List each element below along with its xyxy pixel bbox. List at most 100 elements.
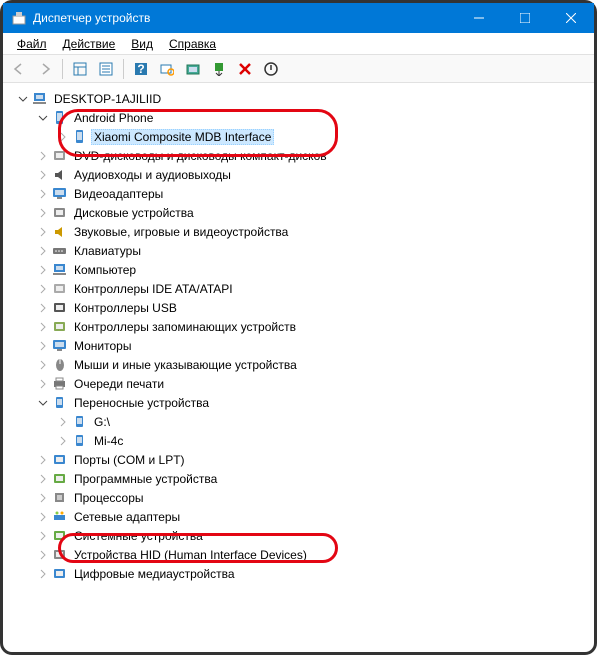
monitor-icon [51, 338, 69, 354]
tree-node[interactable]: Компьютер [5, 260, 592, 279]
collapse-icon[interactable] [15, 91, 31, 107]
software-icon [51, 471, 69, 487]
tree-node[interactable]: Процессоры [5, 488, 592, 507]
tree-node[interactable]: Mi-4c [5, 431, 592, 450]
tree-node[interactable]: Xiaomi Composite MDB Interface [5, 127, 592, 146]
menu-view[interactable]: Вид [123, 35, 161, 53]
tree-node-label[interactable]: Программные устройства [71, 471, 220, 487]
maximize-button[interactable] [502, 3, 548, 33]
tree-node-label[interactable]: Контроллеры IDE ATA/ATAPI [71, 281, 236, 297]
network-icon [51, 509, 69, 525]
tree-node[interactable]: Сетевые адаптеры [5, 507, 592, 526]
tree-node[interactable]: Контроллеры IDE ATA/ATAPI [5, 279, 592, 298]
tree-node[interactable]: Мониторы [5, 336, 592, 355]
tree-node[interactable]: DVD-дисководы и дисководы компакт-дисков [5, 146, 592, 165]
install-legacy-button[interactable] [207, 57, 231, 81]
collapse-icon[interactable] [35, 395, 51, 411]
properties-button[interactable] [94, 57, 118, 81]
no-expander [35, 300, 51, 316]
tree-node[interactable]: Дисковые устройства [5, 203, 592, 222]
tree-node-label[interactable]: Видеоадаптеры [71, 186, 166, 202]
tree-node-label[interactable]: Системные устройства [71, 528, 206, 544]
no-expander [35, 490, 51, 506]
titlebar: Диспетчер устройств [3, 3, 594, 33]
tree-node[interactable]: Переносные устройства [5, 393, 592, 412]
dvd-icon [51, 148, 69, 164]
usb-icon [51, 300, 69, 316]
tree-node[interactable]: Видеоадаптеры [5, 184, 592, 203]
tree-node-label[interactable]: Компьютер [71, 262, 139, 278]
sound-icon [51, 224, 69, 240]
tree-node-label[interactable]: Клавиатуры [71, 243, 144, 259]
tree-node[interactable]: Звуковые, игровые и видеоустройства [5, 222, 592, 241]
tree-node-label[interactable]: Устройства HID (Human Interface Devices) [71, 547, 310, 563]
tree-node-label[interactable]: Android Phone [71, 110, 156, 126]
tree-node-label[interactable]: Сетевые адаптеры [71, 509, 183, 525]
menu-help[interactable]: Справка [161, 35, 224, 53]
app-icon [11, 10, 27, 26]
tree-node-label[interactable]: Мыши и иные указывающие устройства [71, 357, 300, 373]
ide-icon [51, 281, 69, 297]
tree-node-label[interactable]: Звуковые, игровые и видеоустройства [71, 224, 291, 240]
portable-icon [51, 395, 69, 411]
no-expander [55, 433, 71, 449]
disable-button[interactable] [259, 57, 283, 81]
tree-node[interactable]: Контроллеры USB [5, 298, 592, 317]
tree-node-label[interactable]: Порты (COM и LPT) [71, 452, 188, 468]
scan-hardware-button[interactable] [155, 57, 179, 81]
tree-node-label[interactable]: G:\ [91, 414, 113, 430]
tree-node[interactable]: Цифровые медиаустройства [5, 564, 592, 583]
no-expander [55, 414, 71, 430]
no-expander [35, 262, 51, 278]
no-expander [35, 167, 51, 183]
no-expander [35, 148, 51, 164]
toolbar: ? [3, 55, 594, 83]
help-button[interactable]: ? [129, 57, 153, 81]
tree-node-label[interactable]: Цифровые медиаустройства [71, 566, 238, 582]
disk-icon [51, 205, 69, 221]
port-icon [51, 452, 69, 468]
tree-node[interactable]: Контроллеры запоминающих устройств [5, 317, 592, 336]
collapse-icon[interactable] [35, 110, 51, 126]
back-button[interactable] [7, 57, 31, 81]
no-expander [35, 566, 51, 582]
tree-node[interactable]: Клавиатуры [5, 241, 592, 260]
tree-node[interactable]: Устройства HID (Human Interface Devices) [5, 545, 592, 564]
minimize-button[interactable] [456, 3, 502, 33]
portable-icon [71, 414, 89, 430]
tree-node[interactable]: Системные устройства [5, 526, 592, 545]
tree-node-label[interactable]: Mi-4c [91, 433, 126, 449]
tree-node[interactable]: Android Phone [5, 108, 592, 127]
tree-node-label[interactable]: Дисковые устройства [71, 205, 197, 221]
menu-action[interactable]: Действие [55, 35, 124, 53]
no-expander [35, 376, 51, 392]
tree-node-label[interactable]: Xiaomi Composite MDB Interface [91, 129, 274, 145]
tree-node-label[interactable]: DESKTOP-1AJILIID [51, 91, 164, 107]
display-icon [51, 186, 69, 202]
tree-node-label[interactable]: Мониторы [71, 338, 134, 354]
tree-node-label[interactable]: Очереди печати [71, 376, 167, 392]
tree-node-label[interactable]: Контроллеры USB [71, 300, 180, 316]
tree-node-label[interactable]: DVD-дисководы и дисководы компакт-дисков [71, 148, 330, 164]
no-expander [35, 338, 51, 354]
tree-node-label[interactable]: Контроллеры запоминающих устройств [71, 319, 299, 335]
uninstall-button[interactable] [233, 57, 257, 81]
portable-icon [71, 433, 89, 449]
tree-node[interactable]: G:\ [5, 412, 592, 431]
no-expander [35, 452, 51, 468]
update-driver-button[interactable] [181, 57, 205, 81]
tree-node-label[interactable]: Переносные устройства [71, 395, 212, 411]
show-hide-tree-button[interactable] [68, 57, 92, 81]
menu-file[interactable]: Файл [9, 35, 55, 53]
tree-node[interactable]: Программные устройства [5, 469, 592, 488]
tree-node[interactable]: Аудиовходы и аудиовыходы [5, 165, 592, 184]
tree-node[interactable]: Мыши и иные указывающие устройства [5, 355, 592, 374]
tree-node-label[interactable]: Аудиовходы и аудиовыходы [71, 167, 234, 183]
tree-root[interactable]: DESKTOP-1AJILIID [5, 89, 592, 108]
forward-button[interactable] [33, 57, 57, 81]
device-tree[interactable]: DESKTOP-1AJILIID Android Phone Xiaomi Comp… [3, 83, 594, 652]
tree-node[interactable]: Очереди печати [5, 374, 592, 393]
close-button[interactable] [548, 3, 594, 33]
tree-node-label[interactable]: Процессоры [71, 490, 147, 506]
tree-node[interactable]: Порты (COM и LPT) [5, 450, 592, 469]
